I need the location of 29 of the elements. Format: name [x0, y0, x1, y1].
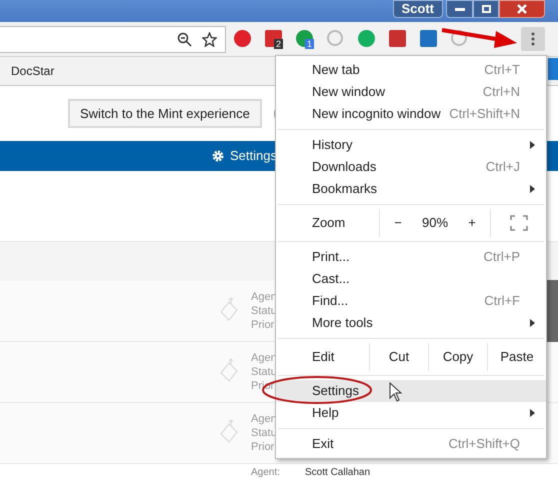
field-label: Prior [251, 440, 276, 454]
badge: 2 [274, 39, 284, 49]
menu-item-label: Find... [312, 292, 348, 310]
menu-item-label: Settings [312, 382, 359, 400]
menu-item-label: Print... [312, 248, 350, 266]
field-label: Agent: [251, 468, 281, 478]
shortcut-label: Ctrl+F [484, 292, 520, 310]
menu-item-label: Bookmarks [312, 180, 378, 198]
menu-item-label: Help [312, 404, 339, 422]
menu-item-label: Downloads [312, 158, 376, 176]
menu-item-label: Exit [312, 435, 334, 454]
field-value: Scott Callahan [305, 468, 370, 478]
shortcut-label: Ctrl+P [484, 248, 520, 266]
menu-item-label: New incognito window [312, 105, 441, 124]
menu-item-label: Zoom [311, 214, 346, 232]
field-label: Prior [251, 318, 276, 332]
shortcut-label: Ctrl+Shift+Q [448, 435, 520, 454]
menu-item-label: History [312, 136, 352, 154]
zoom-level: 90% [422, 214, 448, 232]
menu-item-label: More tools [312, 314, 373, 332]
menu-item-label: Edit [311, 348, 336, 366]
badge: 1 [305, 39, 314, 49]
menu-item-label: Cast... [312, 270, 350, 288]
shortcut-label: Ctrl+N [482, 83, 520, 102]
menu-item-label: New window [312, 83, 385, 102]
shortcut-label: Ctrl+J [486, 158, 520, 176]
shortcut-label: Ctrl+Shift+N [449, 105, 520, 124]
menu-item-label: New tab [312, 61, 360, 80]
shortcut-label: Ctrl+T [484, 61, 520, 80]
